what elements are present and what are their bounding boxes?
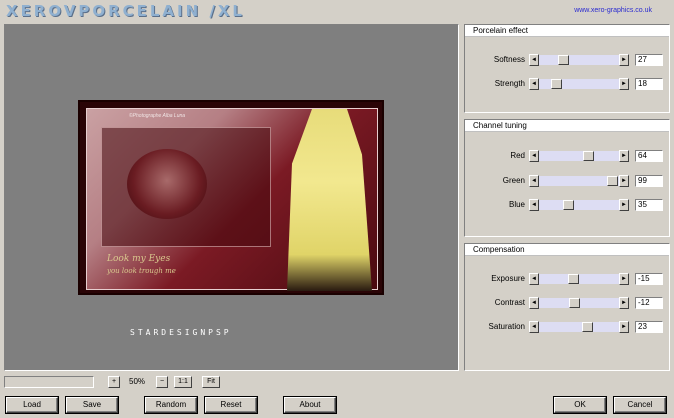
slider-left-arrow-icon[interactable]: ◄ (529, 54, 539, 66)
signature-text: STARDESIGNPSP (130, 328, 232, 337)
zoom-level: 50% (129, 377, 146, 386)
slider-thumb[interactable] (563, 200, 574, 210)
progress-bar (4, 376, 94, 388)
slider-right-arrow-icon[interactable]: ► (619, 150, 629, 162)
blue-slider[interactable]: ◄ ► (529, 199, 629, 211)
slider-left-arrow-icon[interactable]: ◄ (529, 78, 539, 90)
slider-right-arrow-icon[interactable]: ► (619, 297, 629, 309)
image-figure (287, 109, 372, 291)
param-exposure: Exposure ◄ ► -15 (465, 273, 671, 285)
param-contrast: Contrast ◄ ► -12 (465, 297, 671, 309)
param-label: Contrast (494, 298, 525, 307)
red-slider[interactable]: ◄ ► (529, 150, 629, 162)
slider-right-arrow-icon[interactable]: ► (619, 321, 629, 333)
save-button[interactable]: Save (66, 397, 118, 413)
image-face (127, 149, 207, 219)
image-caption-line2: you look trough me (107, 267, 176, 275)
slider-right-arrow-icon[interactable]: ► (619, 54, 629, 66)
param-blue: Blue ◄ ► 35 (465, 199, 671, 211)
slider-track[interactable] (539, 79, 619, 89)
preview-area[interactable]: ©Photographe Alba Luna Look my Eyes you … (4, 24, 459, 371)
slider-track[interactable] (539, 200, 619, 210)
strength-value-input[interactable]: 18 (635, 78, 663, 90)
slider-thumb[interactable] (582, 322, 593, 332)
slider-left-arrow-icon[interactable]: ◄ (529, 297, 539, 309)
slider-thumb[interactable] (583, 151, 594, 161)
slider-track[interactable] (539, 176, 619, 186)
param-label: Blue (508, 200, 525, 209)
image-credit: ©Photographe Alba Luna (129, 113, 186, 119)
green-value-input[interactable]: 99 (635, 175, 663, 187)
param-label: Strength (494, 79, 525, 88)
compensation-panel: Compensation Exposure ◄ ► -15 Contrast ◄… (464, 243, 670, 371)
param-softness: Softness ◄ ► 27 (465, 54, 671, 66)
exposure-value-input[interactable]: -15 (635, 273, 663, 285)
param-green: Green ◄ ► 99 (465, 175, 671, 187)
slider-left-arrow-icon[interactable]: ◄ (529, 273, 539, 285)
slider-right-arrow-icon[interactable]: ► (619, 78, 629, 90)
param-label: Exposure (491, 274, 525, 283)
contrast-slider[interactable]: ◄ ► (529, 297, 629, 309)
param-label: Red (510, 151, 525, 160)
param-label: Saturation (488, 322, 525, 331)
param-strength: Strength ◄ ► 18 (465, 78, 671, 90)
slider-thumb[interactable] (607, 176, 618, 186)
zoom-in-button[interactable]: + (108, 376, 120, 388)
blue-value-input[interactable]: 35 (635, 199, 663, 211)
slider-left-arrow-icon[interactable]: ◄ (529, 199, 539, 211)
contrast-value-input[interactable]: -12 (635, 297, 663, 309)
panel-title: Channel tuning (465, 120, 669, 132)
param-saturation: Saturation ◄ ► 23 (465, 321, 671, 333)
website-link[interactable]: www.xero-graphics.co.uk (574, 7, 652, 14)
reset-button[interactable]: Reset (205, 397, 257, 413)
slider-left-arrow-icon[interactable]: ◄ (529, 175, 539, 187)
slider-left-arrow-icon[interactable]: ◄ (529, 150, 539, 162)
slider-track[interactable] (539, 298, 619, 308)
preview-image[interactable]: ©Photographe Alba Luna Look my Eyes you … (78, 100, 384, 295)
ok-button[interactable]: OK (554, 397, 606, 413)
slider-right-arrow-icon[interactable]: ► (619, 199, 629, 211)
exposure-slider[interactable]: ◄ ► (529, 273, 629, 285)
red-value-input[interactable]: 64 (635, 150, 663, 162)
saturation-value-input[interactable]: 23 (635, 321, 663, 333)
panel-title: Compensation (465, 244, 669, 256)
slider-thumb[interactable] (551, 79, 562, 89)
image-caption-line1: Look my Eyes (107, 254, 171, 264)
param-label: Green (502, 176, 525, 185)
load-button[interactable]: Load (6, 397, 58, 413)
slider-track[interactable] (539, 151, 619, 161)
param-red: Red ◄ ► 64 (465, 150, 671, 162)
saturation-slider[interactable]: ◄ ► (529, 321, 629, 333)
slider-left-arrow-icon[interactable]: ◄ (529, 321, 539, 333)
slider-right-arrow-icon[interactable]: ► (619, 175, 629, 187)
title-bar: XEROVPORCELAIN /XL www.xero-graphics.co.… (0, 0, 674, 22)
cancel-button[interactable]: Cancel (614, 397, 666, 413)
random-button[interactable]: Random (145, 397, 197, 413)
slider-track[interactable] (539, 274, 619, 284)
channel-tuning-panel: Channel tuning Red ◄ ► 64 Green ◄ ► 99 B… (464, 119, 670, 237)
strength-slider[interactable]: ◄ ► (529, 78, 629, 90)
softness-slider[interactable]: ◄ ► (529, 54, 629, 66)
slider-right-arrow-icon[interactable]: ► (619, 273, 629, 285)
slider-thumb[interactable] (568, 274, 579, 284)
slider-track[interactable] (539, 322, 619, 332)
zoom-1to1-button[interactable]: 1:1 (174, 376, 192, 388)
slider-track[interactable] (539, 55, 619, 65)
green-slider[interactable]: ◄ ► (529, 175, 629, 187)
softness-value-input[interactable]: 27 (635, 54, 663, 66)
slider-thumb[interactable] (569, 298, 580, 308)
porcelain-effect-panel: Porcelain effect Softness ◄ ► 27 Strengt… (464, 24, 670, 113)
app-logo: XEROVPORCELAIN /XL (6, 2, 245, 20)
zoom-fit-button[interactable]: Fit (202, 376, 220, 388)
zoom-out-button[interactable]: − (156, 376, 168, 388)
slider-thumb[interactable] (558, 55, 569, 65)
panel-title: Porcelain effect (465, 25, 669, 37)
param-label: Softness (493, 55, 525, 64)
image-background: ©Photographe Alba Luna Look my Eyes you … (86, 108, 378, 291)
about-button[interactable]: About (284, 397, 336, 413)
